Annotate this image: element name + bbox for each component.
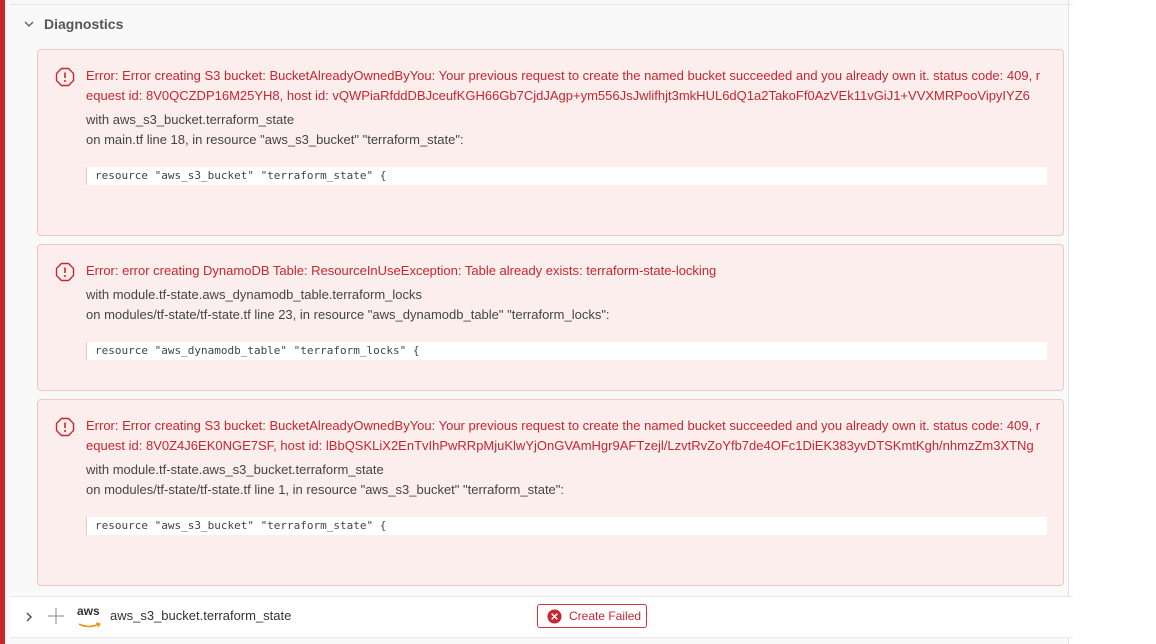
code-snippet: resource "aws_s3_bucket" "terraform_stat…	[86, 167, 1047, 185]
error-with: with module.tf-state.aws_dynamodb_table.…	[86, 287, 422, 302]
code-snippet: resource "aws_dynamodb_table" "terraform…	[86, 342, 1047, 360]
plus-icon	[48, 608, 64, 624]
error-location: on main.tf line 18, in resource "aws_s3_…	[86, 132, 464, 147]
code-snippet: resource "aws_s3_bucket" "terraform_stat…	[86, 517, 1047, 535]
error-octagon-icon	[55, 67, 75, 87]
resource-name: aws_s3_bucket.terraform_state	[110, 608, 292, 623]
error-location: on modules/tf-state/tf-state.tf line 23,…	[86, 307, 610, 322]
error-message: Error: error creating DynamoDB Table: Re…	[86, 263, 717, 278]
error-message: Error: Error creating S3 bucket: BucketA…	[86, 68, 1041, 103]
resource-row[interactable]: aws aws_s3_bucket.terraform_state Create…	[10, 596, 1073, 638]
error-location: on modules/tf-state/tf-state.tf line 1, …	[86, 482, 565, 497]
diagnostics-toggle[interactable]: Diagnostics	[22, 14, 123, 34]
diagnostics-title: Diagnostics	[44, 16, 124, 32]
close-circle-icon	[547, 608, 562, 624]
error-with: with aws_s3_bucket.terraform_state	[86, 112, 295, 127]
error-card: Error: Error creating S3 bucket: BucketA…	[37, 49, 1064, 236]
error-octagon-icon	[55, 417, 75, 437]
error-card: Error: error creating DynamoDB Table: Re…	[37, 244, 1064, 391]
status-label: Create Failed	[569, 609, 642, 623]
error-card: Error: Error creating S3 bucket: BucketA…	[37, 399, 1064, 586]
chevron-right-icon[interactable]	[23, 610, 35, 624]
error-with: with module.tf-state.aws_s3_bucket.terra…	[86, 462, 384, 477]
aws-logo: aws	[77, 604, 103, 628]
divider	[10, 4, 1073, 5]
chevron-down-icon	[24, 21, 34, 28]
aws-logo-text: aws	[77, 604, 100, 618]
status-badge: Create Failed	[537, 604, 647, 628]
error-message: Error: Error creating S3 bucket: BucketA…	[86, 418, 1041, 453]
run-panel: Diagnostics Error: Error creating S3 buc…	[0, 0, 1073, 644]
error-octagon-icon	[55, 262, 75, 282]
aws-smile-icon	[78, 622, 101, 628]
